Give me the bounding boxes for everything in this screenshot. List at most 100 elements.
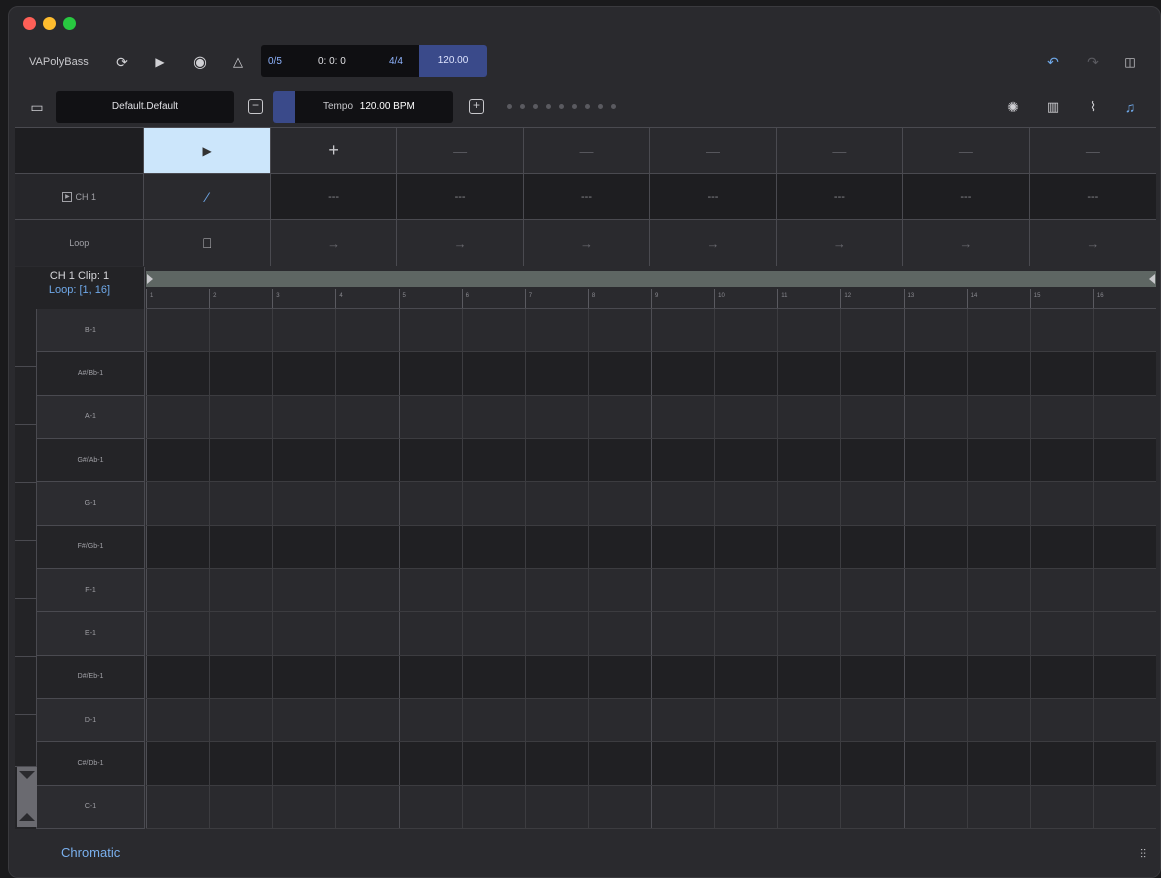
note-label[interactable]: B-1: [37, 309, 145, 353]
tempo-increase-button[interactable]: +: [469, 99, 484, 114]
grid-step[interactable]: [1092, 568, 1156, 612]
grid-step[interactable]: [1092, 525, 1156, 568]
waveform-icon[interactable]: ⌇: [1083, 97, 1103, 117]
grid-step[interactable]: [461, 309, 525, 352]
grid-step[interactable]: [524, 698, 588, 742]
grid-step[interactable]: [1092, 612, 1156, 655]
follow-action-arrow[interactable]: →: [776, 220, 904, 266]
note-label[interactable]: D-1: [37, 698, 145, 743]
clip-loop-range[interactable]: Loop: [1, 16]: [15, 284, 144, 296]
note-grid[interactable]: [146, 309, 1156, 829]
page-dot[interactable]: [559, 104, 564, 109]
grid-step[interactable]: [335, 698, 398, 742]
effects-icon[interactable]: ✺: [1003, 97, 1023, 117]
grid-step[interactable]: [903, 482, 967, 525]
page-dot[interactable]: [533, 104, 538, 109]
empty-clip-slot[interactable]: —: [650, 128, 777, 173]
grid-step[interactable]: [714, 785, 777, 828]
grid-step[interactable]: [587, 568, 651, 612]
grid-step[interactable]: [840, 612, 903, 655]
grid-step[interactable]: [1092, 352, 1156, 395]
grid-step[interactable]: [903, 568, 967, 612]
grid-step[interactable]: [840, 742, 903, 785]
note-label[interactable]: A-1: [37, 395, 145, 439]
page-dot[interactable]: [611, 104, 616, 109]
grid-step[interactable]: [651, 698, 714, 742]
grid-step[interactable]: [587, 525, 651, 568]
grid-step[interactable]: [651, 655, 714, 698]
note-label[interactable]: A#/Bb-1: [37, 352, 145, 396]
grid-step[interactable]: [966, 309, 1030, 352]
grid-step[interactable]: [714, 395, 777, 438]
grid-step[interactable]: [1029, 612, 1093, 655]
grid-step[interactable]: [651, 612, 714, 655]
grid-step[interactable]: [587, 785, 651, 828]
grid-step[interactable]: [524, 785, 588, 828]
note-label[interactable]: F#/Gb-1: [37, 525, 145, 569]
grid-step[interactable]: [777, 438, 840, 482]
grid-step[interactable]: [524, 438, 588, 482]
grid-step[interactable]: [335, 742, 398, 785]
grid-step[interactable]: [966, 785, 1030, 828]
grid-step[interactable]: [651, 438, 714, 482]
grid-step[interactable]: [840, 395, 903, 438]
grid-step[interactable]: [903, 525, 967, 568]
grid-step[interactable]: [714, 352, 777, 395]
grid-step[interactable]: [461, 438, 525, 482]
grid-step[interactable]: [1092, 698, 1156, 742]
grid-step[interactable]: [777, 568, 840, 612]
grid-step[interactable]: [461, 698, 525, 742]
grid-step[interactable]: [209, 698, 272, 742]
grid-step[interactable]: [777, 698, 840, 742]
grid-step[interactable]: [1092, 309, 1156, 352]
grid-step[interactable]: [398, 352, 462, 395]
page-dot[interactable]: [507, 104, 512, 109]
grid-step[interactable]: [840, 352, 903, 395]
grid-step[interactable]: [777, 352, 840, 395]
grid-step[interactable]: [335, 568, 398, 612]
loop-end-handle[interactable]: [1149, 274, 1155, 284]
grid-step[interactable]: [966, 395, 1030, 438]
grid-step[interactable]: [1092, 655, 1156, 698]
grid-step[interactable]: [777, 785, 840, 828]
grid-step[interactable]: [1092, 482, 1156, 525]
grid-step[interactable]: [146, 742, 209, 785]
grid-step[interactable]: [1029, 525, 1093, 568]
follow-action-arrow[interactable]: →: [650, 220, 777, 266]
grid-step[interactable]: [1029, 309, 1093, 352]
grid-step[interactable]: [840, 568, 903, 612]
grid-step[interactable]: [714, 482, 777, 525]
note-label[interactable]: G-1: [37, 482, 145, 526]
grid-step[interactable]: [146, 352, 209, 395]
grid-step[interactable]: [398, 612, 462, 655]
note-label[interactable]: C-1: [37, 785, 145, 829]
octave-strip[interactable]: [15, 309, 37, 829]
grid-step[interactable]: [903, 742, 967, 785]
grid-step[interactable]: [840, 525, 903, 568]
grid-step[interactable]: [335, 395, 398, 438]
grid-step[interactable]: [272, 482, 335, 525]
grid-step[interactable]: [587, 352, 651, 395]
grid-step[interactable]: [398, 395, 462, 438]
grid-step[interactable]: [398, 742, 462, 785]
grid-step[interactable]: [714, 309, 777, 352]
grid-step[interactable]: [335, 309, 398, 352]
grid-step[interactable]: [587, 309, 651, 352]
grid-step[interactable]: [146, 395, 209, 438]
grid-step[interactable]: [146, 438, 209, 482]
grid-step[interactable]: [398, 438, 462, 482]
clip-launch-button[interactable]: ▶: [144, 128, 271, 173]
grid-step[interactable]: [272, 698, 335, 742]
grid-step[interactable]: [461, 612, 525, 655]
zoom-window-button[interactable]: [63, 17, 76, 30]
empty-clip-slot[interactable]: —: [1029, 128, 1157, 173]
redo-icon[interactable]: ↷: [1083, 52, 1103, 72]
grid-step[interactable]: [1029, 395, 1093, 438]
grid-step[interactable]: [335, 785, 398, 828]
grid-step[interactable]: [146, 525, 209, 568]
grid-step[interactable]: [1029, 568, 1093, 612]
clip-slot-empty[interactable]: ---: [776, 174, 904, 219]
clip-slot-empty[interactable]: ---: [270, 174, 398, 219]
close-window-button[interactable]: [23, 17, 36, 30]
grid-step[interactable]: [966, 352, 1030, 395]
